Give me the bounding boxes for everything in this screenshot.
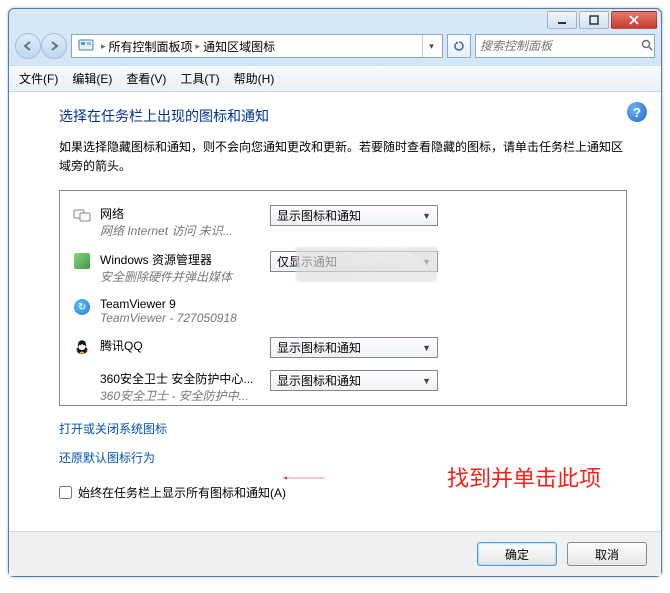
maximize-button[interactable]	[579, 11, 609, 29]
address-dropdown-icon[interactable]: ▾	[422, 35, 440, 57]
behavior-dropdown[interactable]: 仅显示通知 ▼	[270, 251, 438, 272]
toggle-system-icons-link[interactable]: 打开或关闭系统图标	[59, 420, 167, 437]
restore-defaults-link[interactable]: 还原默认图标行为	[59, 449, 155, 466]
item-sublabel: 360安全卫士 - 安全防护中...	[100, 387, 270, 404]
list-item: Windows 资源管理器 安全删除硬件并弹出媒体 仅显示通知 ▼	[72, 245, 622, 291]
chevron-down-icon: ▼	[422, 257, 431, 267]
breadcrumb-root[interactable]: 所有控制面板项	[109, 38, 193, 55]
close-button[interactable]	[611, 11, 657, 29]
menubar: 文件(F) 编辑(E) 查看(V) 工具(T) 帮助(H)	[9, 65, 661, 92]
behavior-dropdown[interactable]: 显示图标和通知 ▼	[270, 205, 438, 226]
footer: 确定 取消	[9, 531, 661, 576]
always-show-checkbox-row: 始终在任务栏上显示所有图标和通知(A)	[59, 484, 627, 501]
chevron-down-icon: ▼	[422, 376, 431, 386]
address-bar[interactable]: ▸ 所有控制面板项 ▸ 通知区域图标 ▾	[71, 34, 443, 58]
breadcrumb-leaf[interactable]: 通知区域图标	[203, 38, 275, 55]
chevron-down-icon: ▼	[422, 211, 431, 221]
breadcrumb-separator: ▸	[196, 41, 201, 52]
menu-edit[interactable]: 编辑(E)	[72, 70, 112, 87]
search-box[interactable]	[475, 34, 655, 58]
help-icon[interactable]: ?	[627, 102, 647, 122]
item-sublabel: 安全删除硬件并弹出媒体	[100, 268, 270, 285]
page-title: 选择在任务栏上出现的图标和通知	[59, 106, 627, 126]
back-button[interactable]	[15, 33, 41, 59]
360-icon	[72, 370, 92, 390]
item-label: 腾讯QQ	[100, 337, 270, 354]
item-sublabel: TeamViewer - 727050918	[100, 311, 270, 325]
teamviewer-icon	[72, 297, 92, 317]
item-label: 网络	[100, 205, 270, 222]
titlebar	[9, 9, 661, 31]
explorer-icon	[72, 251, 92, 271]
minimize-button[interactable]	[547, 11, 577, 29]
control-panel-icon	[78, 38, 94, 55]
always-show-label: 始终在任务栏上显示所有图标和通知(A)	[78, 484, 286, 501]
icons-list-panel[interactable]: 网络 网络 Internet 访问 未识... 显示图标和通知 ▼ Window…	[59, 190, 627, 406]
list-item: TeamViewer 9 TeamViewer - 727050918	[72, 291, 622, 331]
menu-tools[interactable]: 工具(T)	[180, 70, 219, 87]
item-label: Windows 资源管理器	[100, 251, 270, 268]
always-show-checkbox[interactable]	[59, 486, 72, 499]
page-description: 如果选择隐藏图标和通知，则不会向您通知更改和更新。若要随时查看隐藏的图标，请单击…	[59, 138, 627, 176]
control-panel-window: ▸ 所有控制面板项 ▸ 通知区域图标 ▾ 文件(F) 编辑(E) 查看(V) 工…	[8, 8, 662, 577]
list-item: 腾讯QQ 显示图标和通知 ▼	[72, 331, 622, 364]
menu-file[interactable]: 文件(F)	[19, 70, 58, 87]
forward-button[interactable]	[41, 33, 67, 59]
behavior-dropdown[interactable]: 显示图标和通知 ▼	[270, 370, 438, 391]
item-sublabel: 网络 Internet 访问 未识...	[100, 222, 270, 239]
network-icon	[72, 205, 92, 225]
menu-view[interactable]: 查看(V)	[126, 70, 166, 87]
search-input[interactable]	[480, 39, 637, 53]
item-label: TeamViewer 9	[100, 297, 270, 311]
behavior-dropdown[interactable]: 显示图标和通知 ▼	[270, 337, 438, 358]
chevron-down-icon: ▼	[422, 343, 431, 353]
qq-icon	[72, 337, 92, 357]
menu-help[interactable]: 帮助(H)	[234, 70, 275, 87]
breadcrumb-separator: ▸	[101, 41, 106, 52]
item-label: 360安全卫士 安全防护中心...	[100, 370, 270, 387]
cancel-button[interactable]: 取消	[567, 542, 647, 566]
annotation-arrow	[199, 476, 409, 480]
nav-row: ▸ 所有控制面板项 ▸ 通知区域图标 ▾	[9, 31, 661, 65]
list-item: 360安全卫士 安全防护中心... 360安全卫士 - 安全防护中... 显示图…	[72, 364, 622, 404]
content-area: ? 选择在任务栏上出现的图标和通知 如果选择隐藏图标和通知，则不会向您通知更改和…	[9, 92, 661, 531]
search-icon[interactable]	[641, 39, 653, 54]
refresh-button[interactable]	[447, 34, 471, 58]
ok-button[interactable]: 确定	[477, 542, 557, 566]
list-item: 网络 网络 Internet 访问 未识... 显示图标和通知 ▼	[72, 199, 622, 245]
